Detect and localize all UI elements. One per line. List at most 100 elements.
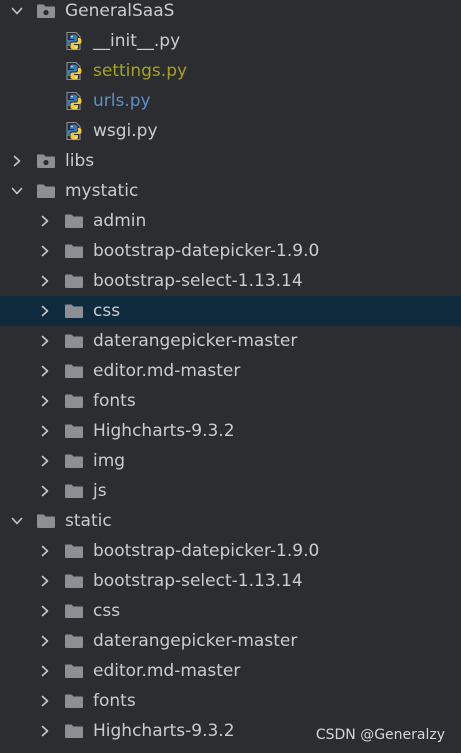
folder-icon <box>63 746 85 753</box>
folder-icon <box>63 386 85 416</box>
folder-icon <box>63 266 85 296</box>
chevron-right-icon[interactable] <box>36 536 54 566</box>
tree-row-bootstrap-select-1-13-14[interactable]: bootstrap-select-1.13.14 <box>0 266 461 296</box>
folder-icon <box>63 476 85 506</box>
folder-icon <box>63 626 85 656</box>
tree-row-generalsaas[interactable]: GeneralSaaS <box>0 0 461 26</box>
tree-item-label: css <box>93 301 121 321</box>
tree-row-bootstrap-select-1-13-14[interactable]: bootstrap-select-1.13.14 <box>0 566 461 596</box>
folder-icon <box>63 656 85 686</box>
chevron-right-icon[interactable] <box>36 596 54 626</box>
folder-icon <box>63 716 85 746</box>
tree-row-admin[interactable]: admin <box>0 206 461 236</box>
tree-item-label: __init__.py <box>93 31 181 51</box>
chevron-down-icon[interactable] <box>8 176 26 206</box>
tree-row-css[interactable]: css <box>0 596 461 626</box>
folder-icon <box>63 566 85 596</box>
folder-icon <box>63 596 85 626</box>
tree-item-label: js <box>93 481 107 501</box>
folder-icon <box>63 446 85 476</box>
tree-row-daterangepicker-master[interactable]: daterangepicker-master <box>0 326 461 356</box>
tree-item-label: urls.py <box>93 91 151 111</box>
tree-item-label: wsgi.py <box>93 121 158 141</box>
folder-icon <box>63 356 85 386</box>
tree-row-static[interactable]: static <box>0 506 461 536</box>
chevron-right-icon[interactable] <box>36 296 54 326</box>
tree-item-label: daterangepicker-master <box>93 331 298 351</box>
tree-item-label: bootstrap-datepicker-1.9.0 <box>93 241 320 261</box>
tree-row-mystatic[interactable]: mystatic <box>0 176 461 206</box>
python-file-icon <box>63 116 85 146</box>
chevron-right-icon[interactable] <box>36 746 54 753</box>
tree-item-label: Highcharts-9.3.2 <box>93 421 235 441</box>
chevron-down-icon[interactable] <box>8 506 26 536</box>
python-file-icon <box>63 86 85 116</box>
tree-item-label: bootstrap-select-1.13.14 <box>93 271 303 291</box>
chevron-right-icon[interactable] <box>36 656 54 686</box>
tree-item-label: mystatic <box>65 181 139 201</box>
tree-item-label: GeneralSaaS <box>65 1 175 21</box>
tree-row-bootstrap-datepicker-1-9-0[interactable]: bootstrap-datepicker-1.9.0 <box>0 236 461 266</box>
chevron-right-icon[interactable] <box>36 686 54 716</box>
watermark: CSDN @Generalzy <box>315 727 445 743</box>
folder-icon <box>63 536 85 566</box>
tree-row-wsgi-py[interactable]: wsgi.py <box>0 116 461 146</box>
chevron-right-icon[interactable] <box>8 146 26 176</box>
tree-row-highcharts-9-3-2[interactable]: Highcharts-9.3.2 <box>0 416 461 446</box>
tree-item-label: fonts <box>93 391 136 411</box>
tree-row-js[interactable]: js <box>0 476 461 506</box>
chevron-right-icon[interactable] <box>36 326 54 356</box>
folder-icon <box>63 416 85 446</box>
tree-row-css[interactable]: css <box>0 296 461 326</box>
chevron-down-icon[interactable] <box>8 0 26 26</box>
tree-row-libs[interactable]: libs <box>0 146 461 176</box>
tree-item-label: bootstrap-datepicker-1.9.0 <box>93 541 320 561</box>
tree-row-img[interactable]: img <box>0 446 461 476</box>
tree-item-label: libs <box>65 151 95 171</box>
tree-row-editor-md-master[interactable]: editor.md-master <box>0 656 461 686</box>
chevron-right-icon[interactable] <box>36 356 54 386</box>
chevron-right-icon[interactable] <box>36 266 54 296</box>
chevron-right-icon[interactable] <box>36 716 54 746</box>
tree-item-label: img <box>93 451 126 471</box>
chevron-right-icon[interactable] <box>36 386 54 416</box>
folder-icon <box>35 176 57 206</box>
folder-icon <box>35 506 57 536</box>
tree-row-init-py[interactable]: __init__.py <box>0 26 461 56</box>
folder-icon <box>63 296 85 326</box>
tree-item-label: admin <box>93 211 147 231</box>
tree-item-label: static <box>65 511 112 531</box>
python-file-icon <box>63 56 85 86</box>
tree-item-label: editor.md-master <box>93 361 241 381</box>
chevron-right-icon[interactable] <box>36 236 54 266</box>
tree-row-urls-py[interactable]: urls.py <box>0 86 461 116</box>
module-folder-icon <box>35 0 57 26</box>
tree-item-label: Highcharts-9.3.2 <box>93 721 235 741</box>
folder-icon <box>63 236 85 266</box>
chevron-right-icon[interactable] <box>36 626 54 656</box>
tree-item-label: bootstrap-select-1.13.14 <box>93 571 303 591</box>
folder-icon <box>63 206 85 236</box>
tree-row-editor-md-master[interactable]: editor.md-master <box>0 356 461 386</box>
tree-item-label: settings.py <box>93 61 188 81</box>
folder-icon <box>63 686 85 716</box>
tree-row-unnamed[interactable] <box>0 746 461 753</box>
tree-row-fonts[interactable]: fonts <box>0 686 461 716</box>
tree-item-label: css <box>93 601 121 621</box>
project-tree: GeneralSaaS __init__.py settings.py urls.py… <box>0 0 461 753</box>
chevron-right-icon[interactable] <box>36 476 54 506</box>
chevron-right-icon[interactable] <box>36 416 54 446</box>
tree-row-bootstrap-datepicker-1-9-0[interactable]: bootstrap-datepicker-1.9.0 <box>0 536 461 566</box>
tree-row-daterangepicker-master[interactable]: daterangepicker-master <box>0 626 461 656</box>
tree-item-label: daterangepicker-master <box>93 631 298 651</box>
chevron-right-icon[interactable] <box>36 206 54 236</box>
folder-icon <box>63 326 85 356</box>
tree-row-fonts[interactable]: fonts <box>0 386 461 416</box>
chevron-right-icon[interactable] <box>36 566 54 596</box>
chevron-right-icon[interactable] <box>36 446 54 476</box>
tree-row-settings-py[interactable]: settings.py <box>0 56 461 86</box>
tree-item-label: editor.md-master <box>93 661 241 681</box>
module-folder-icon <box>35 146 57 176</box>
python-file-icon <box>63 26 85 56</box>
tree-item-label: fonts <box>93 691 136 711</box>
